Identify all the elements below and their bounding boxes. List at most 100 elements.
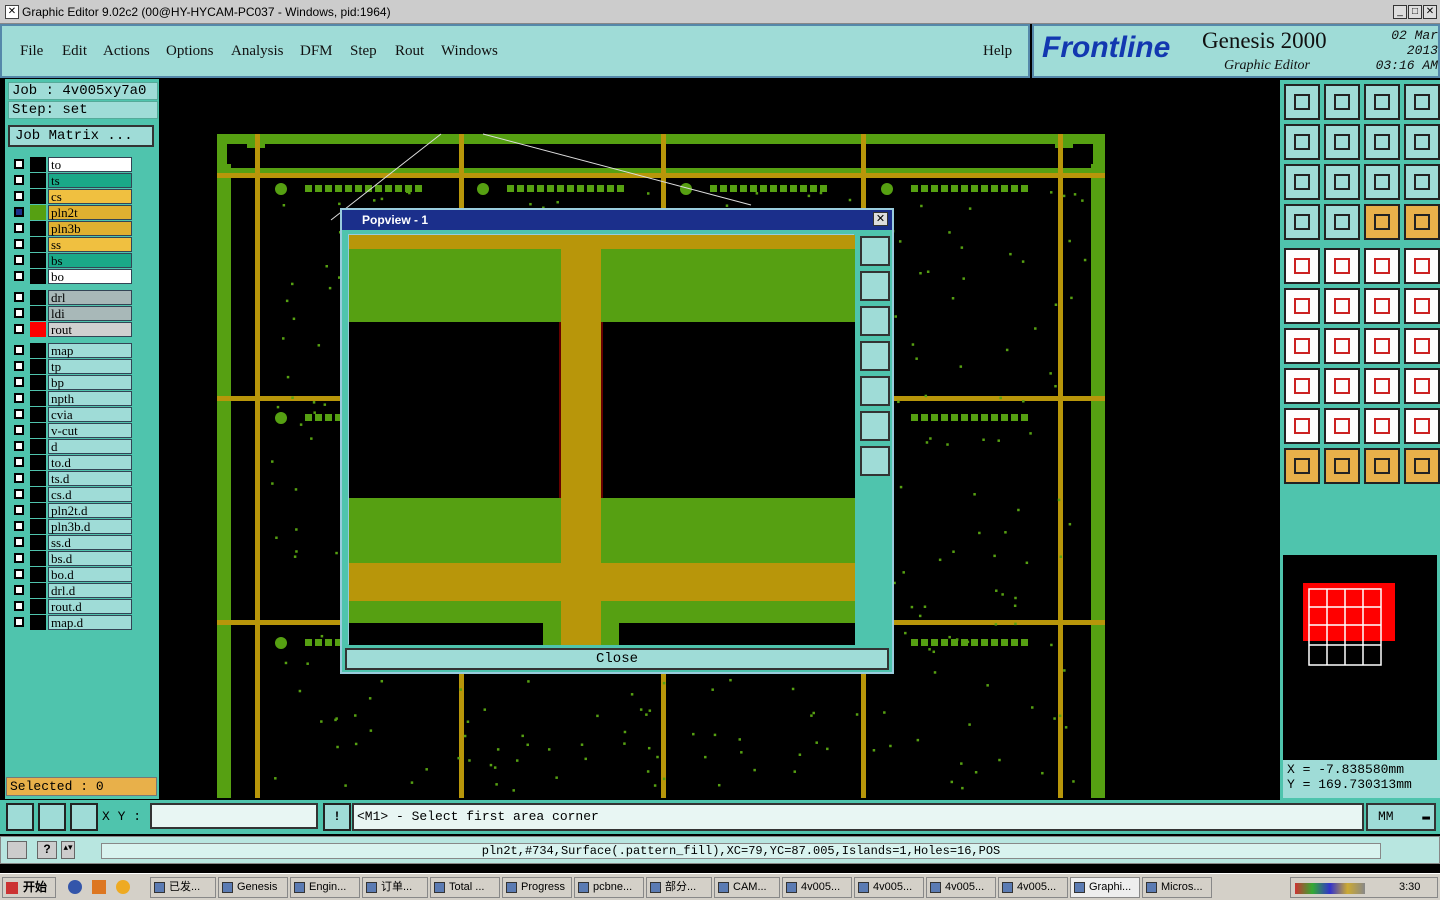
quicklaunch-icon[interactable]: [92, 880, 106, 894]
layer-name[interactable]: drl.d: [48, 583, 132, 598]
layer-checkbox[interactable]: [14, 409, 24, 419]
help-icon[interactable]: ?: [37, 841, 57, 859]
layer-row-ss[interactable]: ss: [10, 237, 132, 252]
layer-name[interactable]: bo.d: [48, 567, 132, 582]
layer-name[interactable]: pln3b.d: [48, 519, 132, 534]
layer-checkbox[interactable]: [14, 191, 24, 201]
layer-name[interactable]: rout: [48, 322, 132, 337]
layer-name[interactable]: bo: [48, 269, 132, 284]
maximize-button[interactable]: □: [1408, 5, 1422, 19]
popview-pan-left-icon[interactable]: [860, 341, 890, 371]
keyboard-icon[interactable]: [7, 841, 27, 859]
layer-checkbox[interactable]: [14, 473, 24, 483]
popview-close-icon[interactable]: ✕: [873, 212, 888, 226]
task-button[interactable]: Engin...: [290, 877, 360, 898]
layer-checkbox[interactable]: [14, 271, 24, 281]
triangle-arrow-icon[interactable]: [1364, 408, 1400, 444]
layer-row-pln3b-d[interactable]: pln3b.d: [10, 519, 132, 534]
layer-row-pln2t-d[interactable]: pln2t.d: [10, 503, 132, 518]
tray-icons[interactable]: [1295, 883, 1365, 894]
layer-row-ts[interactable]: ts: [10, 173, 132, 188]
menu-windows[interactable]: Windows: [441, 43, 498, 60]
layer-checkbox[interactable]: [14, 308, 24, 318]
layer-name[interactable]: map: [48, 343, 132, 358]
snap-end-icon[interactable]: [1404, 288, 1440, 324]
clock-app-icon[interactable]: [116, 880, 130, 894]
layer-checkbox[interactable]: [14, 159, 24, 169]
layer-name[interactable]: bs: [48, 253, 132, 268]
layer-name[interactable]: npth: [48, 391, 132, 406]
layer-checkbox[interactable]: [14, 175, 24, 185]
layer-name[interactable]: pln2t: [48, 205, 132, 220]
layer-checkbox[interactable]: [14, 553, 24, 563]
layer-checkbox[interactable]: [14, 569, 24, 579]
layer-row-tp[interactable]: tp: [10, 359, 132, 374]
layer-checkbox[interactable]: [14, 345, 24, 355]
layer-name[interactable]: to: [48, 157, 132, 172]
layer-row-to-d[interactable]: to.d: [10, 455, 132, 470]
redraw-icon[interactable]: [1404, 124, 1440, 160]
layer-row-ss-d[interactable]: ss.d: [10, 535, 132, 550]
layer-checkbox[interactable]: [14, 457, 24, 467]
layer-checkbox[interactable]: [14, 239, 24, 249]
layer-name[interactable]: ss: [48, 237, 132, 252]
layer-row-map[interactable]: map: [10, 343, 132, 358]
layer-name[interactable]: cvia: [48, 407, 132, 422]
layer-name[interactable]: v-cut: [48, 423, 132, 438]
layer-name[interactable]: map.d: [48, 615, 132, 630]
layer-row-drl-d[interactable]: drl.d: [10, 583, 132, 598]
layer-name[interactable]: rout.d: [48, 599, 132, 614]
shapes-icon[interactable]: [1404, 368, 1440, 404]
task-button[interactable]: Graphi...: [1070, 877, 1140, 898]
layer-row-npth[interactable]: npth: [10, 391, 132, 406]
grid-icon[interactable]: [70, 803, 98, 831]
layer-toggle-icon[interactable]: [1364, 204, 1400, 240]
layer-row-map-d[interactable]: map.d: [10, 615, 132, 630]
menu-rout[interactable]: Rout: [395, 43, 424, 60]
layer-name[interactable]: drl: [48, 290, 132, 305]
layer-name[interactable]: ts: [48, 173, 132, 188]
menu-actions[interactable]: Actions: [103, 43, 150, 60]
layer-row-bo[interactable]: bo: [10, 269, 132, 284]
layer-checkbox[interactable]: [14, 207, 24, 217]
menu-edit[interactable]: Edit: [62, 43, 87, 60]
triangle-edit-icon[interactable]: [1404, 408, 1440, 444]
layer-checkbox[interactable]: [14, 393, 24, 403]
layer-name[interactable]: to.d: [48, 455, 132, 470]
pan-icon[interactable]: [1324, 84, 1360, 120]
layer-row-bo-d[interactable]: bo.d: [10, 567, 132, 582]
close-window-button[interactable]: ✕: [1423, 5, 1437, 19]
layer-name[interactable]: ts.d: [48, 471, 132, 486]
layer-checkbox[interactable]: [14, 292, 24, 302]
layer-row-ldi[interactable]: ldi: [10, 306, 132, 321]
filter-icon[interactable]: [1284, 204, 1320, 240]
popview-pan-down-icon[interactable]: [860, 306, 890, 336]
menu-file[interactable]: File: [20, 43, 43, 60]
zoom-center-icon[interactable]: [1324, 164, 1360, 200]
menu-help[interactable]: Help: [983, 43, 1012, 60]
layer-checkbox[interactable]: [14, 441, 24, 451]
net-icon[interactable]: [1284, 288, 1320, 324]
edit-points-icon[interactable]: [1284, 368, 1320, 404]
zoom-fit-icon[interactable]: [1284, 164, 1320, 200]
pad-icon[interactable]: [1284, 248, 1320, 284]
layer-row-d[interactable]: d: [10, 439, 132, 454]
probe-icon[interactable]: [1324, 204, 1360, 240]
move-left-icon[interactable]: [1284, 124, 1320, 160]
layer-checkbox[interactable]: [14, 505, 24, 515]
task-button[interactable]: 部分...: [646, 877, 712, 898]
layer-row-bs[interactable]: bs: [10, 253, 132, 268]
navigator-minimap[interactable]: [1282, 554, 1438, 762]
task-button[interactable]: 4v005...: [998, 877, 1068, 898]
minimize-button[interactable]: _: [1393, 5, 1407, 19]
layer-name[interactable]: ldi: [48, 306, 132, 321]
layer-checkbox[interactable]: [14, 489, 24, 499]
layer-checkbox[interactable]: [14, 521, 24, 531]
layer-checkbox[interactable]: [14, 377, 24, 387]
layer-name[interactable]: bs.d: [48, 551, 132, 566]
menu-dfm[interactable]: DFM: [300, 43, 333, 60]
layer-checkbox[interactable]: [14, 324, 24, 334]
layer-row-pln2t[interactable]: pln2t: [10, 205, 132, 220]
info-icon[interactable]: !: [323, 803, 351, 831]
task-button[interactable]: CAM...: [714, 877, 780, 898]
